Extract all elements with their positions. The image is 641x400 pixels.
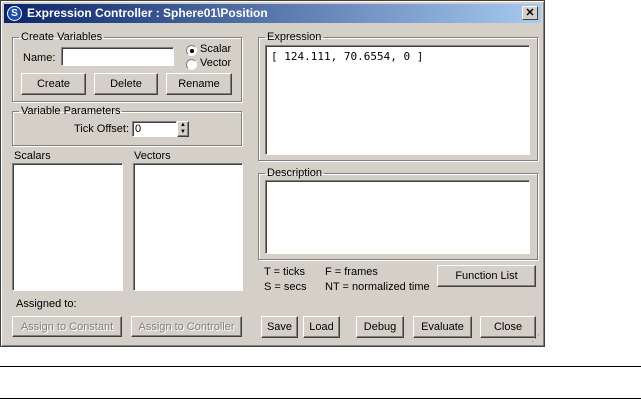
ticks-hint: T = ticks [264, 266, 306, 278]
frames-hint: F = frames [325, 266, 378, 278]
resize-grip-icon[interactable]: ⋰ [531, 333, 541, 343]
tick-offset-label: Tick Offset: [74, 123, 130, 135]
delete-variable-button[interactable]: Delete [94, 73, 158, 95]
scalar-radio[interactable] [186, 45, 197, 56]
vectors-label: Vectors [134, 150, 171, 162]
description-textarea[interactable] [265, 180, 530, 254]
assign-to-constant-button[interactable]: Assign to Constant [12, 316, 122, 337]
scalar-radio-label[interactable]: Scalar [200, 43, 231, 55]
divider-line [0, 398, 641, 399]
evaluate-button[interactable]: Evaluate [413, 316, 472, 338]
tick-offset-spinner[interactable]: ▲ ▼ [177, 121, 189, 137]
close-window-button[interactable]: ✕ [522, 6, 538, 20]
expression-legend: Expression [267, 31, 322, 43]
vectors-list[interactable] [133, 163, 243, 291]
scalars-list[interactable] [12, 163, 123, 291]
close-button[interactable]: Close [480, 316, 536, 338]
spinner-down-icon[interactable]: ▼ [178, 129, 188, 136]
variable-parameters-legend: Variable Parameters [21, 105, 121, 117]
window-title: Expression Controller : Sphere01\Positio… [27, 6, 268, 20]
vector-radio-label[interactable]: Vector [200, 57, 231, 69]
debug-button[interactable]: Debug [356, 316, 404, 338]
function-list-button[interactable]: Function List [437, 265, 536, 287]
load-button[interactable]: Load [303, 316, 340, 338]
vector-radio[interactable] [186, 59, 197, 70]
expression-textarea[interactable]: [ 124.111, 70.6554, 0 ] [265, 45, 530, 155]
create-variables-legend: Create Variables [21, 31, 103, 43]
spinner-up-icon[interactable]: ▲ [178, 122, 188, 129]
secs-hint: S = secs [264, 281, 307, 293]
save-button[interactable]: Save [261, 316, 298, 338]
title-bar[interactable]: S Expression Controller : Sphere01\Posit… [4, 4, 541, 23]
radio-selected-dot [190, 49, 194, 53]
normalized-time-hint: NT = normalized time [325, 281, 430, 293]
name-label: Name: [23, 52, 56, 64]
scalars-label: Scalars [14, 150, 51, 162]
divider-line [0, 366, 641, 367]
rename-variable-button[interactable]: Rename [166, 73, 232, 95]
create-variable-button[interactable]: Create [21, 73, 86, 95]
tick-offset-input[interactable] [132, 121, 177, 137]
expression-controller-window: S Expression Controller : Sphere01\Posit… [0, 0, 545, 347]
assign-to-controller-button[interactable]: Assign to Controller [131, 316, 242, 337]
variable-name-input[interactable] [61, 47, 174, 66]
description-legend: Description [267, 167, 323, 179]
assigned-to-label: Assigned to: [16, 298, 77, 310]
app-logo-icon: S [7, 6, 22, 21]
